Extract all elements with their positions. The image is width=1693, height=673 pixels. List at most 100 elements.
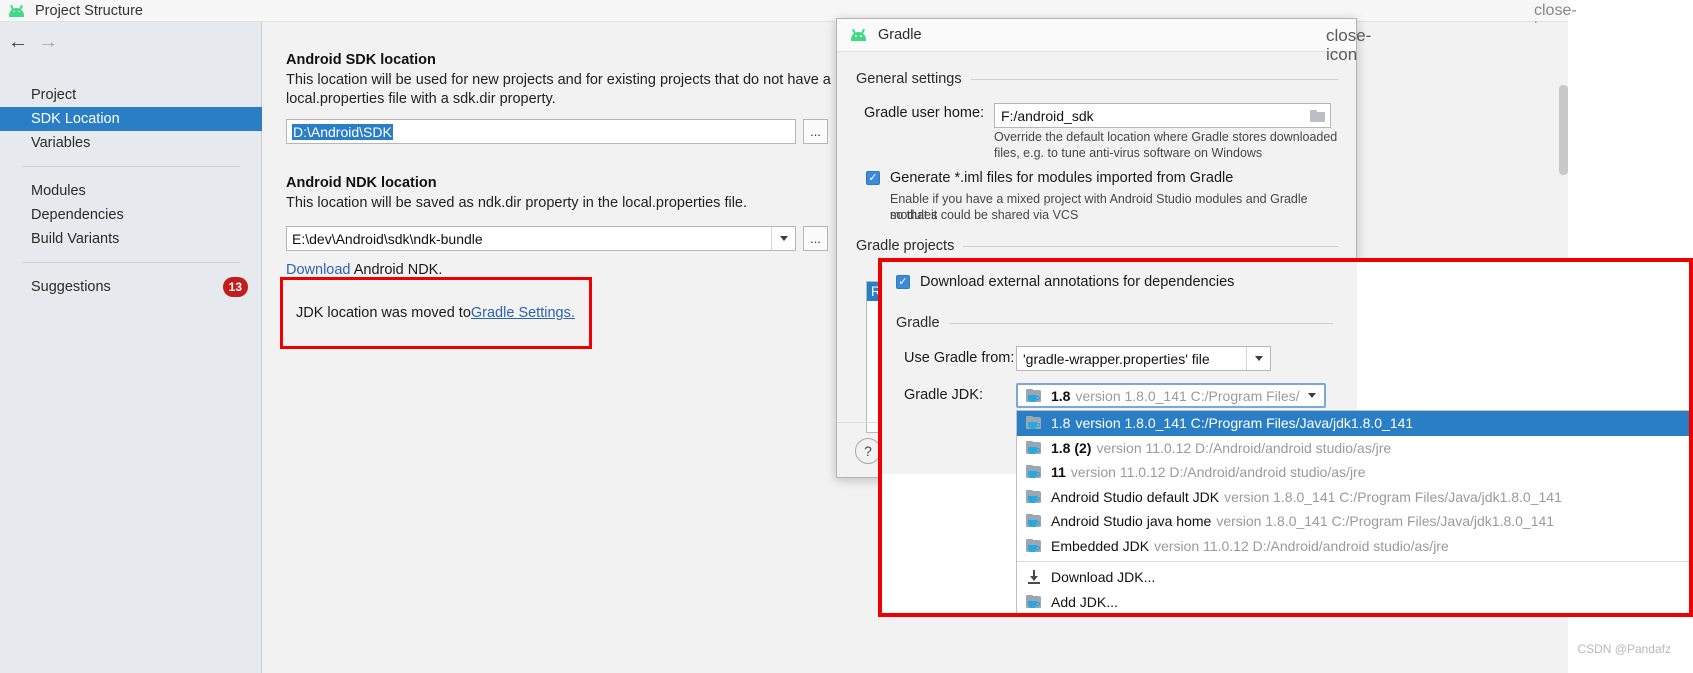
- jdk-icon: [1026, 489, 1042, 504]
- checkbox-icon[interactable]: ✓: [896, 275, 910, 289]
- dropdown-option[interactable]: 11 version 11.0.12 D:/Android/android st…: [1017, 460, 1692, 485]
- back-arrow-icon[interactable]: ←: [8, 30, 28, 54]
- jdk-icon: [1026, 416, 1042, 430]
- option-meta: version 11.0.12 D:/Android/android studi…: [1096, 439, 1392, 456]
- group-rule: [948, 322, 1333, 324]
- gradle-jdk-value-meta: version 1.8.0_141 C:/Program Files/Jav: [1075, 387, 1300, 404]
- sidebar-item-label: Build Variants: [31, 231, 120, 247]
- option-name: 11: [1051, 464, 1066, 481]
- option-name: Android Studio default JDK: [1051, 488, 1220, 505]
- sidebar-item-sdk-location[interactable]: SDK Location: [0, 107, 262, 131]
- sidebar-item-label: Project: [31, 87, 77, 103]
- gradle-projects-group: Gradle projects: [856, 238, 1338, 254]
- jdk-icon: [1026, 465, 1042, 479]
- use-gradle-from-label: Use Gradle from:: [904, 350, 1015, 366]
- generate-iml-label: Generate *.iml files for modules importe…: [890, 170, 1234, 186]
- gradle-subgroup: Gradle: [896, 315, 1333, 331]
- jdk-moved-notice: JDK location was moved to Gradle Setting…: [280, 277, 592, 349]
- ndk-location-combo[interactable]: E:\dev\Android\sdk\ndk-bundle: [286, 226, 796, 251]
- close-icon[interactable]: close-icon: [1534, 2, 1577, 37]
- download-ndk-line: Download Android NDK.: [286, 262, 442, 278]
- use-gradle-from-value: 'gradle-wrapper.properties' file: [1023, 350, 1210, 367]
- chevron-down-icon[interactable]: [771, 227, 795, 250]
- option-name: Android Studio java home: [1051, 513, 1212, 530]
- gradle-subgroup-header: Gradle: [896, 315, 940, 331]
- gradle-jdk-dropdown[interactable]: 1.8 version 1.8.0_141 C:/Program Files/J…: [1016, 410, 1693, 617]
- generate-iml-hint-2: so that it could be shared via VCS: [890, 208, 1079, 222]
- download-annotations-checkbox-row[interactable]: ✓ Download external annotations for depe…: [896, 274, 1234, 290]
- navigation-arrows: ← →: [0, 30, 262, 60]
- sidebar-divider: [22, 262, 240, 263]
- gradle-user-home-hint-1: Override the default location where Grad…: [994, 130, 1338, 144]
- sidebar-item-label: Dependencies: [31, 207, 124, 223]
- dropdown-action-download-jdk[interactable]: Download JDK...: [1017, 565, 1692, 590]
- sidebar-item-label: SDK Location: [31, 111, 120, 127]
- help-button[interactable]: ?: [855, 438, 881, 464]
- sidebar-item-modules[interactable]: Modules: [0, 179, 262, 203]
- sidebar-item-dependencies[interactable]: Dependencies: [0, 203, 262, 227]
- group-rule: [963, 245, 1338, 247]
- window-title: Project Structure: [35, 2, 143, 19]
- download-icon: [1026, 570, 1042, 585]
- gradle-projects-header: Gradle projects: [856, 238, 955, 254]
- gradle-user-home-input[interactable]: F:/android_sdk: [994, 103, 1331, 128]
- checkbox-icon[interactable]: ✓: [866, 171, 880, 185]
- sidebar-item-build-variants[interactable]: Build Variants: [0, 227, 262, 251]
- android-icon: [8, 4, 26, 17]
- dropdown-option[interactable]: 1.8 (2) version 11.0.12 D:/Android/andro…: [1017, 436, 1692, 461]
- gradle-jdk-label: Gradle JDK:: [904, 387, 983, 403]
- sidebar-item-variables[interactable]: Variables: [0, 131, 262, 155]
- sidebar-item-label: Variables: [31, 135, 91, 151]
- sidebar: ← → Project SDK Location Variables Modul…: [0, 22, 262, 673]
- gradle-settings-link[interactable]: Gradle Settings.: [471, 305, 575, 321]
- download-annotations-label: Download external annotations for depend…: [920, 274, 1235, 290]
- sdk-location-value: D:\Android\SDK: [292, 123, 393, 140]
- vertical-scrollbar[interactable]: [1559, 85, 1568, 175]
- sidebar-item-suggestions[interactable]: Suggestions 13: [0, 275, 262, 299]
- gradle-jdk-value-name: 1.8: [1051, 387, 1071, 404]
- general-settings-header: General settings: [856, 71, 962, 87]
- sidebar-divider: [22, 166, 240, 167]
- gradle-dialog-title: Gradle: [878, 27, 922, 43]
- android-icon: [850, 28, 868, 41]
- dropdown-option[interactable]: 1.8 version 1.8.0_141 C:/Program Files/J…: [1017, 411, 1692, 436]
- dropdown-option[interactable]: Android Studio default JDK version 1.8.0…: [1017, 485, 1692, 510]
- chevron-down-icon[interactable]: [1246, 347, 1270, 370]
- gradle-jdk-combo[interactable]: 1.8 version 1.8.0_141 C:/Program Files/J…: [1016, 383, 1326, 408]
- group-rule: [970, 78, 1338, 80]
- folder-icon[interactable]: [1304, 109, 1330, 122]
- option-name: Add JDK...: [1051, 593, 1118, 610]
- jdk-icon: [1026, 388, 1042, 403]
- close-icon[interactable]: close-icon: [1326, 26, 1371, 64]
- generate-iml-checkbox-row[interactable]: ✓ Generate *.iml files for modules impor…: [866, 170, 1233, 186]
- chevron-down-icon[interactable]: [1300, 393, 1324, 398]
- ndk-location-value: E:\dev\Android\sdk\ndk-bundle: [292, 230, 483, 247]
- watermark: CSDN @Pandafz: [1577, 642, 1671, 656]
- download-ndk-rest: Android NDK.: [350, 262, 443, 278]
- sdk-location-desc-1: This location will be used for new proje…: [286, 72, 831, 88]
- dropdown-option[interactable]: Android Studio java home version 1.8.0_1…: [1017, 509, 1692, 534]
- dropdown-divider: [1017, 561, 1692, 562]
- sidebar-item-project[interactable]: Project: [0, 83, 262, 107]
- option-meta: version 1.8.0_141 C:/Program Files/Java/…: [1224, 488, 1562, 505]
- general-settings-group: General settings: [856, 71, 1338, 87]
- forward-arrow-icon[interactable]: →: [38, 30, 58, 54]
- gradle-user-home-value: F:/android_sdk: [1001, 107, 1094, 124]
- ndk-location-browse-button[interactable]: ...: [803, 226, 828, 251]
- status-badge: 13: [222, 277, 248, 297]
- jdk-icon: [1026, 514, 1042, 528]
- ndk-location-title: Android NDK location: [286, 175, 437, 191]
- option-meta: version 11.0.12 D:/Android/android studi…: [1070, 464, 1366, 481]
- dropdown-action-add-jdk[interactable]: Add JDK...: [1017, 590, 1692, 615]
- download-ndk-link[interactable]: Download: [286, 262, 351, 278]
- sdk-location-browse-button[interactable]: ...: [803, 119, 828, 144]
- option-name: Download JDK...: [1051, 569, 1156, 586]
- sdk-location-title: Android SDK location: [286, 52, 436, 68]
- dropdown-option[interactable]: Embedded JDK version 11.0.12 D:/Android/…: [1017, 534, 1692, 559]
- jdk-icon: [1026, 594, 1042, 609]
- option-name: 1.8 (2): [1051, 439, 1092, 456]
- use-gradle-from-combo[interactable]: 'gradle-wrapper.properties' file: [1016, 346, 1271, 371]
- sdk-location-input[interactable]: D:\Android\SDK: [286, 119, 796, 144]
- gradle-dialog-titlebar: Gradle close-icon: [837, 19, 1371, 64]
- option-meta: version 11.0.12 D:/Android/android studi…: [1154, 537, 1449, 554]
